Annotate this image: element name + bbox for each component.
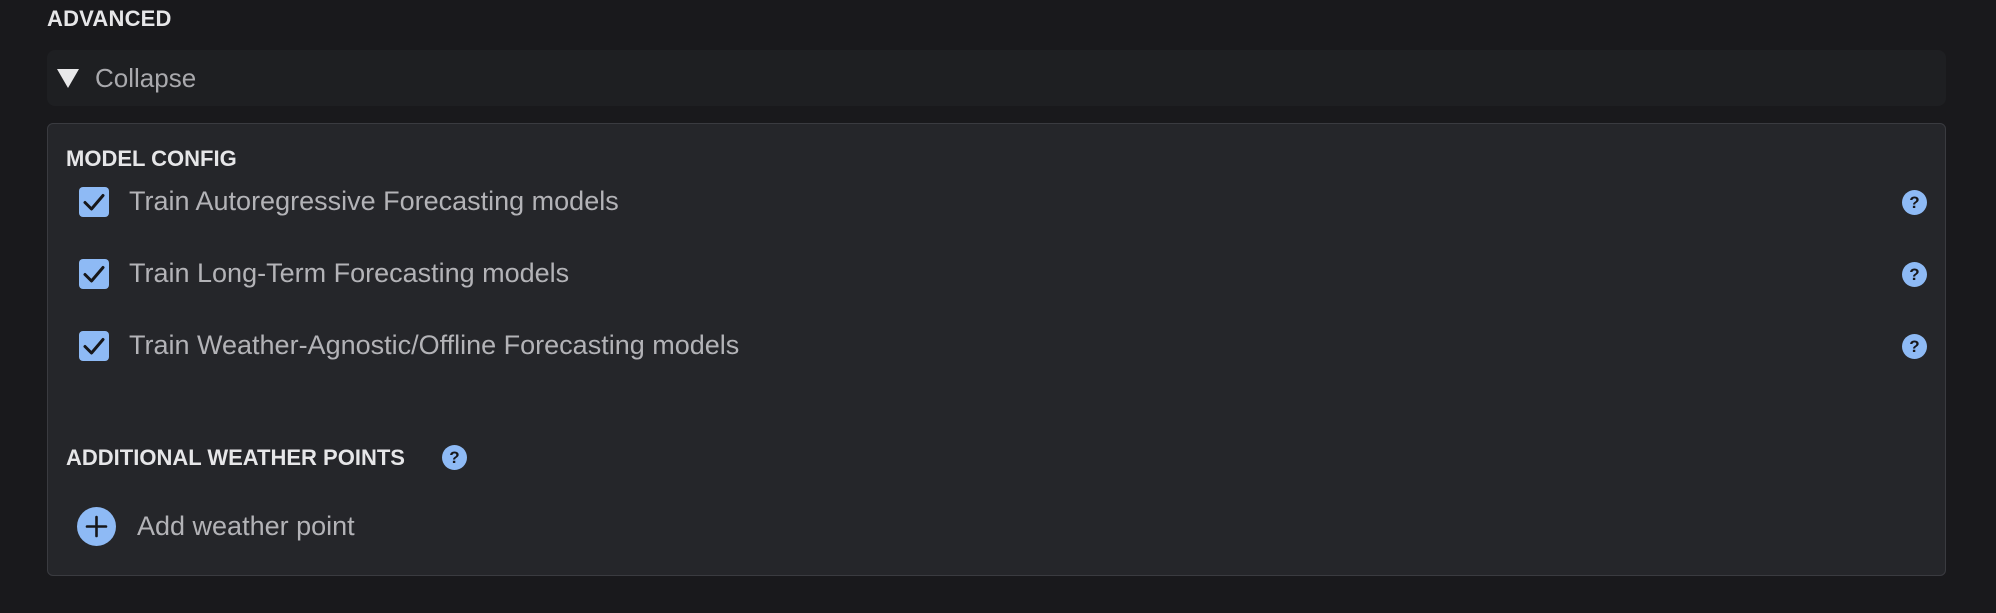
add-weather-point-label: Add weather point [137,510,355,541]
collapse-label: Collapse [95,62,197,93]
weather-agnostic-label: Train Weather-Agnostic/Offline Forecasti… [129,330,740,360]
autoregressive-checkbox[interactable] [79,187,109,217]
checkmark-icon [83,338,105,355]
checkmark-icon [83,194,105,211]
help-icon[interactable]: ? [442,445,467,470]
plus-circle-icon [77,506,116,546]
option-long-term: Train Long-Term Forecasting models ? [48,255,1945,295]
long-term-label: Train Long-Term Forecasting models [129,258,570,288]
add-weather-point-button[interactable]: Add weather point [77,506,355,546]
model-config-title: MODEL CONFIG [66,146,237,171]
option-autoregressive: Train Autoregressive Forecasting models … [48,183,1945,223]
autoregressive-label: Train Autoregressive Forecasting models [129,186,619,216]
long-term-checkbox[interactable] [79,259,109,289]
advanced-section-title: ADVANCED [47,6,172,31]
model-config-panel: MODEL CONFIG Train Autoregressive Foreca… [47,123,1946,576]
help-icon[interactable]: ? [1902,190,1927,215]
additional-weather-points-title: ADDITIONAL WEATHER POINTS [66,445,405,470]
help-icon[interactable]: ? [1902,334,1927,359]
checkmark-icon [83,266,105,283]
weather-agnostic-checkbox[interactable] [79,331,109,361]
help-icon[interactable]: ? [1902,262,1927,287]
collapse-toggle[interactable]: Collapse [47,50,1946,106]
option-weather-agnostic: Train Weather-Agnostic/Offline Forecasti… [48,327,1945,367]
advanced-settings-page: ADVANCED Collapse MODEL CONFIG Train Aut… [0,0,1996,613]
triangle-down-icon [57,68,79,88]
